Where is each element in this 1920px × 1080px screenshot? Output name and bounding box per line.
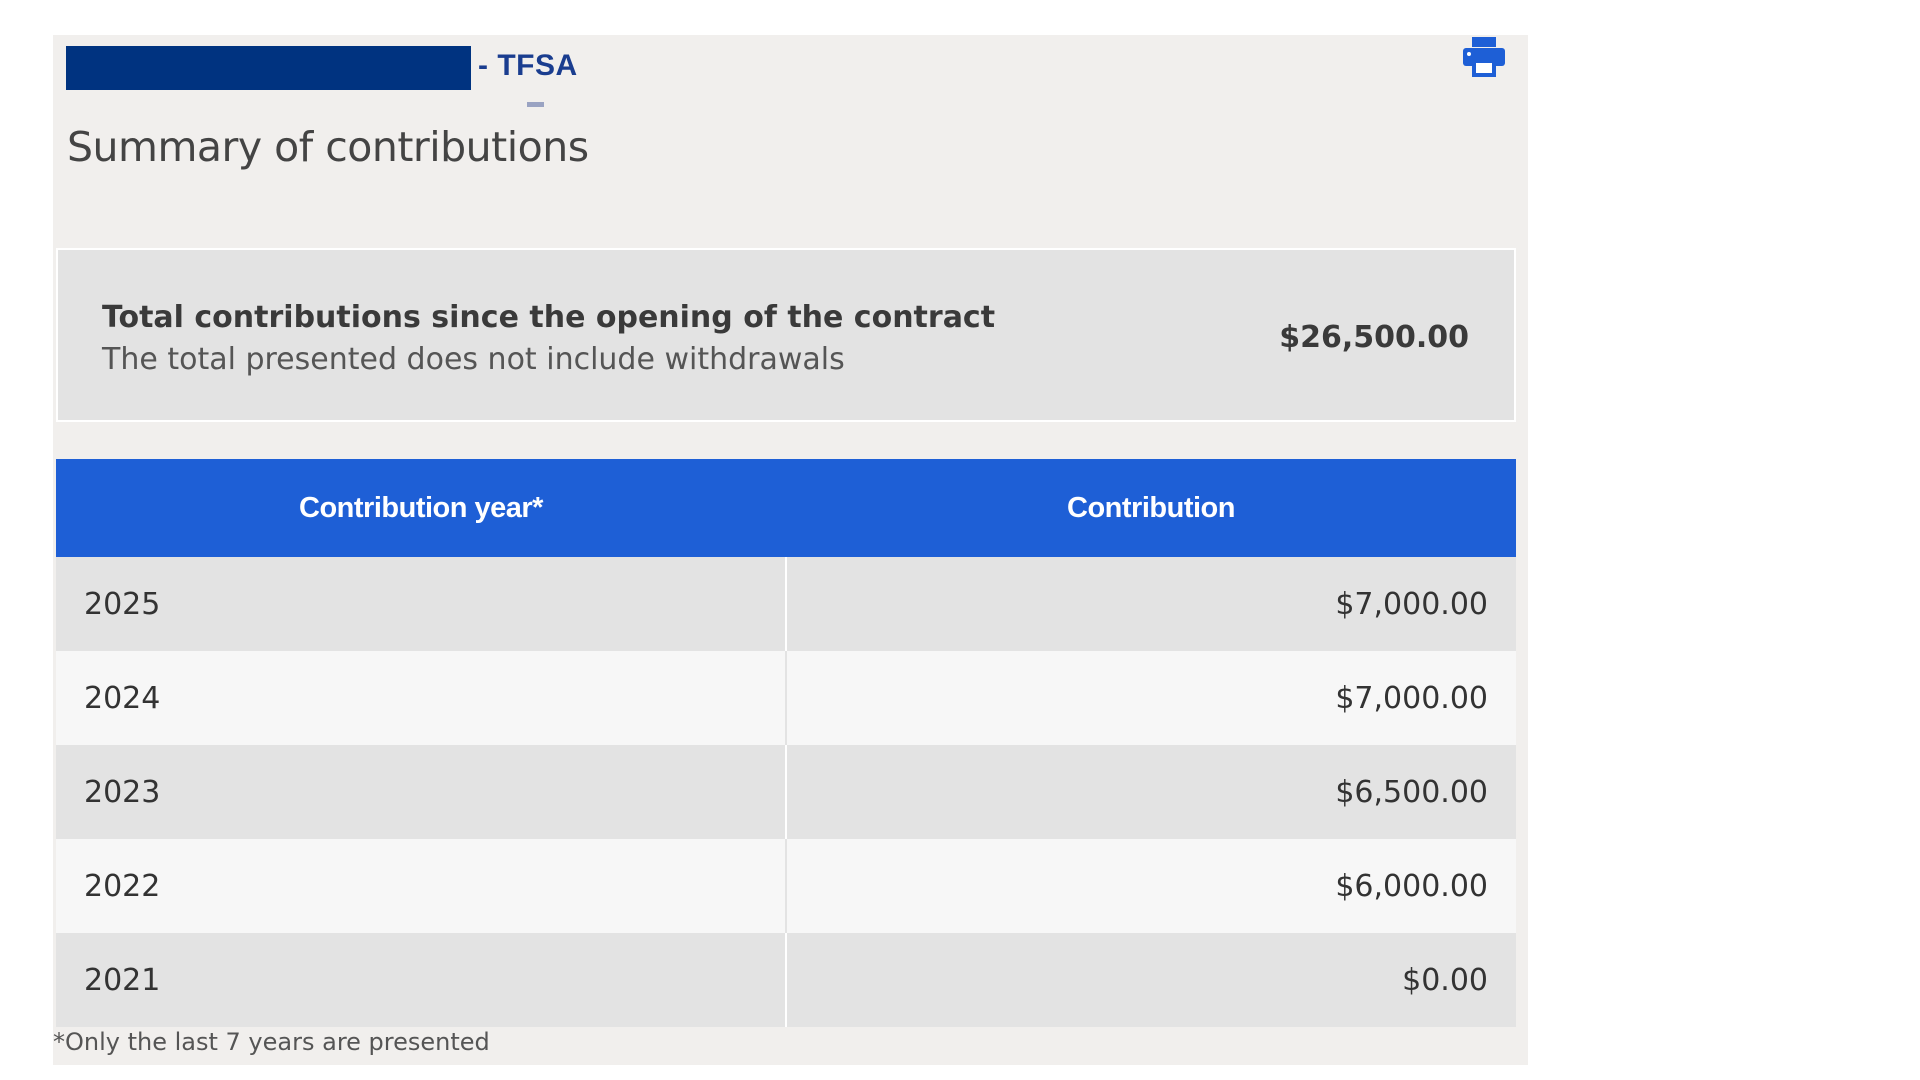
contributions-table: Contribution year* Contribution 2025 $7,… — [56, 459, 1516, 1027]
total-note: The total presented does not include wit… — [102, 342, 845, 377]
print-button[interactable] — [1461, 35, 1507, 81]
year-cell: 2023 — [56, 745, 787, 839]
contribution-cell: $6,000.00 — [786, 839, 1516, 933]
table-row: 2024 $7,000.00 — [56, 651, 1516, 745]
redacted-account-name — [66, 46, 471, 90]
contribution-cell: $7,000.00 — [786, 651, 1516, 745]
total-title: Total contributions since the opening of… — [102, 300, 996, 335]
printer-icon — [1463, 37, 1505, 77]
year-cell: 2021 — [56, 933, 787, 1027]
account-type-label: - TFSA — [478, 49, 578, 82]
year-cell: 2022 — [56, 839, 787, 933]
contribution-cell: $7,000.00 — [786, 557, 1516, 651]
contributions-panel: - TFSA Summary of contributions Total co… — [53, 35, 1528, 1065]
contribution-cell: $6,500.00 — [786, 745, 1516, 839]
table-row: 2022 $6,000.00 — [56, 839, 1516, 933]
contribution-cell: $0.00 — [786, 933, 1516, 1027]
footnote: *Only the last 7 years are presented — [53, 1028, 490, 1056]
total-contributions-box: Total contributions since the opening of… — [56, 248, 1516, 422]
table-header-row: Contribution year* Contribution — [56, 459, 1516, 557]
year-cell: 2025 — [56, 557, 787, 651]
underline-mark — [527, 102, 544, 107]
table-row: 2025 $7,000.00 — [56, 557, 1516, 651]
page-title: Summary of contributions — [67, 123, 589, 171]
column-header-year: Contribution year* — [56, 459, 786, 557]
table-row: 2021 $0.00 — [56, 933, 1516, 1027]
total-amount: $26,500.00 — [1279, 320, 1469, 355]
table-row: 2023 $6,500.00 — [56, 745, 1516, 839]
column-header-contribution: Contribution — [786, 459, 1516, 557]
year-cell: 2024 — [56, 651, 787, 745]
